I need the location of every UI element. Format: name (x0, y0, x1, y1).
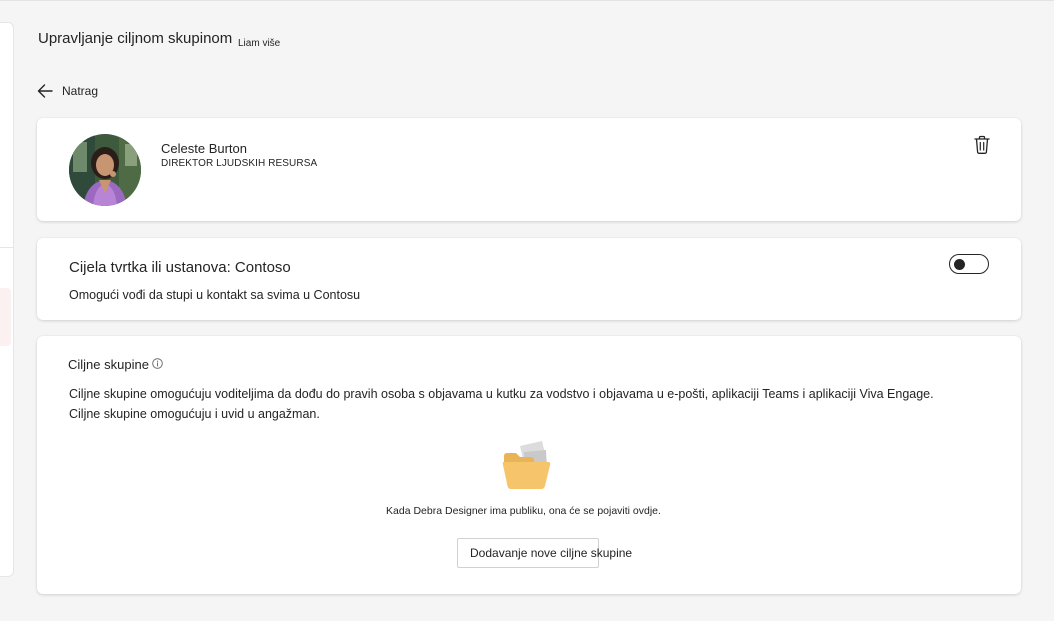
audiences-description-line-2: Ciljne skupine omogućuju i uvid u angažm… (69, 407, 320, 421)
leader-name: Celeste Burton (161, 141, 247, 156)
folder-icon (500, 438, 558, 494)
top-border (0, 0, 1054, 1)
audiences-description: Ciljne skupine omogućuju voditeljima da … (69, 384, 1009, 424)
audiences-heading: Ciljne skupine (68, 357, 163, 372)
audiences-card: Ciljne skupine Ciljne skupine omogućuju … (37, 336, 1021, 594)
trash-icon[interactable] (973, 135, 991, 155)
page-subtitle: Liam više (238, 38, 281, 49)
info-icon[interactable] (152, 357, 163, 372)
add-audience-button[interactable]: Dodavanje nove ciljne skupine (457, 538, 632, 568)
organization-title: Cijela tvrtka ili ustanova: Contoso (69, 259, 291, 276)
empty-state-text: Kada Debra Designer ima publiku, ona će … (386, 505, 661, 517)
arrow-left-icon (36, 82, 54, 100)
leader-role: DIREKTOR LJUDSKIH RESURSA (161, 158, 318, 169)
avatar (69, 134, 141, 206)
left-panel (0, 22, 14, 577)
back-label: Natrag (62, 84, 99, 98)
leader-card: Celeste Burton DIREKTOR LJUDSKIH RESURSA (37, 118, 1021, 221)
empty-state-message: Kada Debra Designer ima publiku, ona će … (37, 505, 1021, 517)
back-link[interactable]: Natrag (36, 80, 98, 102)
audiences-title: Ciljne skupine (68, 357, 149, 372)
toggle-knob (954, 259, 965, 270)
organization-card: Cijela tvrtka ili ustanova: Contoso Omog… (37, 238, 1021, 320)
left-panel-divider (0, 247, 13, 248)
page-title: Upravljanje ciljnom skupinom (38, 30, 233, 47)
audiences-description-line-1: Ciljne skupine omogućuju voditeljima da … (69, 387, 934, 401)
left-panel-selected-item[interactable] (0, 288, 11, 346)
organization-description: Omogući vođi da stupi u kontakt sa svima… (69, 288, 361, 302)
organization-toggle[interactable] (949, 254, 989, 274)
